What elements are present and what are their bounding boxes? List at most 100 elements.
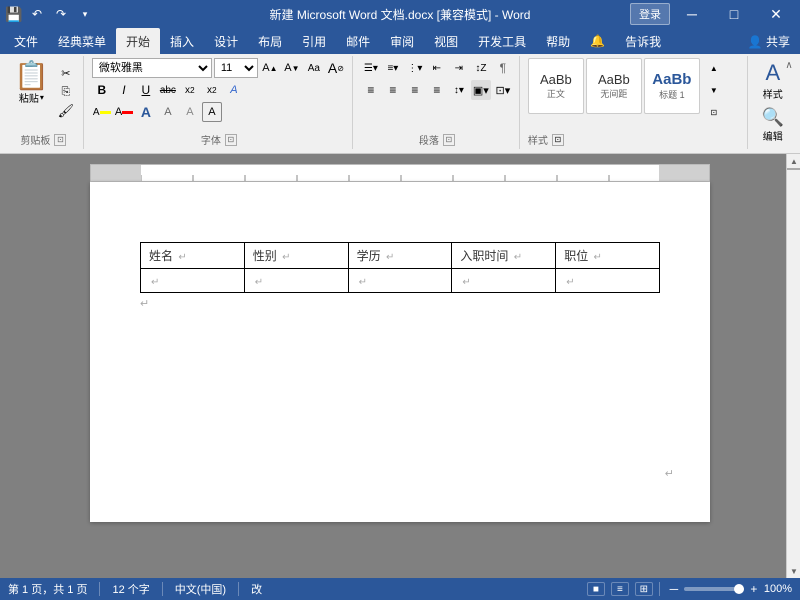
menu-view[interactable]: 视图	[424, 28, 468, 54]
table-cell-gender[interactable]: ↵	[244, 269, 348, 293]
language-indicator[interactable]: 中文(中国)	[175, 581, 226, 597]
view-print-button[interactable]: ■	[587, 582, 605, 596]
cut-button[interactable]: ✂	[55, 64, 77, 82]
styles-more[interactable]: ⊡	[704, 102, 724, 122]
zoom-slider[interactable]	[684, 587, 744, 591]
menu-file[interactable]: 文件	[4, 28, 48, 54]
sort-button[interactable]: ↕Z	[471, 58, 491, 78]
styles-scroll-up[interactable]: ▲	[704, 58, 724, 78]
clipboard-expander[interactable]: ⊡	[54, 134, 66, 146]
table-cell-hiredate[interactable]: ↵	[452, 269, 556, 293]
style-normal[interactable]: AaBb 正文	[528, 58, 584, 114]
font-row-2: B I U abc x2 x2 A	[92, 80, 346, 100]
bold-button[interactable]: B	[92, 80, 112, 100]
text-highlight-button[interactable]: A	[92, 102, 112, 122]
copy-button[interactable]: ⎘	[55, 83, 77, 101]
table-cell-education[interactable]: ↵	[348, 269, 452, 293]
scroll-up-button[interactable]: ▲	[787, 154, 800, 168]
zoom-percent[interactable]: 100%	[764, 583, 792, 595]
shading-button[interactable]: ▣▾	[471, 80, 491, 100]
table-header-position[interactable]: 职位 ↵	[556, 243, 660, 269]
align-left-button[interactable]: ≡	[361, 80, 381, 100]
change-case-button[interactable]: Aa	[304, 58, 324, 78]
save-icon[interactable]: 💾	[4, 4, 24, 24]
table-header-gender[interactable]: 性别 ↵	[244, 243, 348, 269]
font-color-button[interactable]: A	[114, 102, 134, 122]
find-replace-button[interactable]: 🔍 编辑	[756, 105, 790, 145]
font-expander[interactable]: ⊡	[225, 134, 237, 146]
font-shrink-button[interactable]: A▼	[282, 58, 302, 78]
clipboard-content: 📋 粘贴 ▾ ✂ ⎘ 🖌	[10, 58, 77, 130]
increase-indent-button[interactable]: ⇥	[449, 58, 469, 78]
justify-button[interactable]: ≡	[427, 80, 447, 100]
border-button[interactable]: ⊡▾	[493, 80, 513, 100]
zoom-out-button[interactable]: ─	[666, 582, 682, 596]
login-button[interactable]: 登录	[630, 3, 670, 25]
menu-design[interactable]: 设计	[204, 28, 248, 54]
font-grow-button[interactable]: A▲	[260, 58, 280, 78]
paragraph-expander[interactable]: ⊡	[443, 134, 455, 146]
minimize-button[interactable]: ─	[672, 0, 712, 28]
paste-button[interactable]: 📋 粘贴 ▾	[10, 60, 53, 107]
customize-qat-button[interactable]: ▾	[74, 3, 96, 25]
menu-review[interactable]: 审阅	[380, 28, 424, 54]
menu-help[interactable]: 帮助	[536, 28, 580, 54]
document-page: 姓名 ↵ 性别 ↵ 学历 ↵ 入职时间 ↵	[90, 182, 710, 522]
style-heading1[interactable]: AaBb 标题 1	[644, 58, 700, 114]
view-web-button[interactable]: ≡	[611, 582, 629, 596]
font-size-down[interactable]: A	[158, 102, 178, 122]
menu-developer[interactable]: 开发工具	[468, 28, 536, 54]
ribbon-collapse-button[interactable]: ∧	[782, 58, 796, 72]
menu-references[interactable]: 引用	[292, 28, 336, 54]
font-border[interactable]: A	[202, 102, 222, 122]
text-effects-button[interactable]: A	[224, 80, 244, 100]
redo-button[interactable]: ↷	[50, 3, 72, 25]
menu-bell[interactable]: 🔔	[580, 28, 615, 54]
font-size-select[interactable]: 11	[214, 58, 258, 78]
table-cell-position[interactable]: ↵	[556, 269, 660, 293]
font-size-up[interactable]: A	[136, 102, 156, 122]
maximize-button[interactable]: □	[714, 0, 754, 28]
menu-insert[interactable]: 插入	[160, 28, 204, 54]
zoom-in-button[interactable]: +	[746, 582, 762, 596]
menu-classic[interactable]: 经典菜单	[48, 28, 116, 54]
ruler-ticks	[141, 165, 659, 181]
clear-format-button[interactable]: A⊘	[326, 58, 346, 78]
table-header-education[interactable]: 学历 ↵	[348, 243, 452, 269]
decrease-indent-button[interactable]: ⇤	[427, 58, 447, 78]
menu-share[interactable]: 👤 共享	[738, 28, 800, 54]
line-spacing-button[interactable]: ↕▾	[449, 80, 469, 100]
multilevel-button[interactable]: ⋮▾	[405, 58, 425, 78]
table-header-hiredate[interactable]: 入职时间 ↵	[452, 243, 556, 269]
scroll-down-button[interactable]: ▼	[787, 564, 800, 578]
italic-button[interactable]: I	[114, 80, 134, 100]
document-table[interactable]: 姓名 ↵ 性别 ↵ 学历 ↵ 入职时间 ↵	[140, 242, 660, 293]
view-read-button[interactable]: ⊞	[635, 582, 653, 596]
bullets-button[interactable]: ☰▾	[361, 58, 381, 78]
table-header-name[interactable]: 姓名 ↵	[141, 243, 245, 269]
menu-mailings[interactable]: 邮件	[336, 28, 380, 54]
align-center-button[interactable]: ≡	[383, 80, 403, 100]
menu-home[interactable]: 开始	[116, 28, 160, 54]
menu-tell-me[interactable]: 告诉我	[615, 28, 671, 54]
styles-scroll-down[interactable]: ▼	[704, 80, 724, 100]
scroll-thumb[interactable]	[787, 168, 800, 170]
subscript-button[interactable]: x2	[180, 80, 200, 100]
strikethrough-button[interactable]: abc	[158, 80, 178, 100]
show-marks-button[interactable]: ¶	[493, 58, 513, 78]
menu-layout[interactable]: 布局	[248, 28, 292, 54]
close-button[interactable]: ✕	[756, 0, 796, 28]
styles-expander[interactable]: ⊡	[552, 134, 564, 146]
align-right-button[interactable]: ≡	[405, 80, 425, 100]
font-shade[interactable]: A	[180, 102, 200, 122]
vertical-scrollbar[interactable]: ▲ ▼	[786, 154, 800, 578]
format-painter-button[interactable]: 🖌	[55, 102, 77, 120]
input-mode: 改	[251, 581, 262, 597]
table-cell-name[interactable]: ↵	[141, 269, 245, 293]
undo-button[interactable]: ↶	[26, 3, 48, 25]
font-name-select[interactable]: 微软雅黑	[92, 58, 212, 78]
style-no-spacing[interactable]: AaBb 无间距	[586, 58, 642, 114]
numbering-button[interactable]: ≡▾	[383, 58, 403, 78]
superscript-button[interactable]: x2	[202, 80, 222, 100]
underline-button[interactable]: U	[136, 80, 156, 100]
